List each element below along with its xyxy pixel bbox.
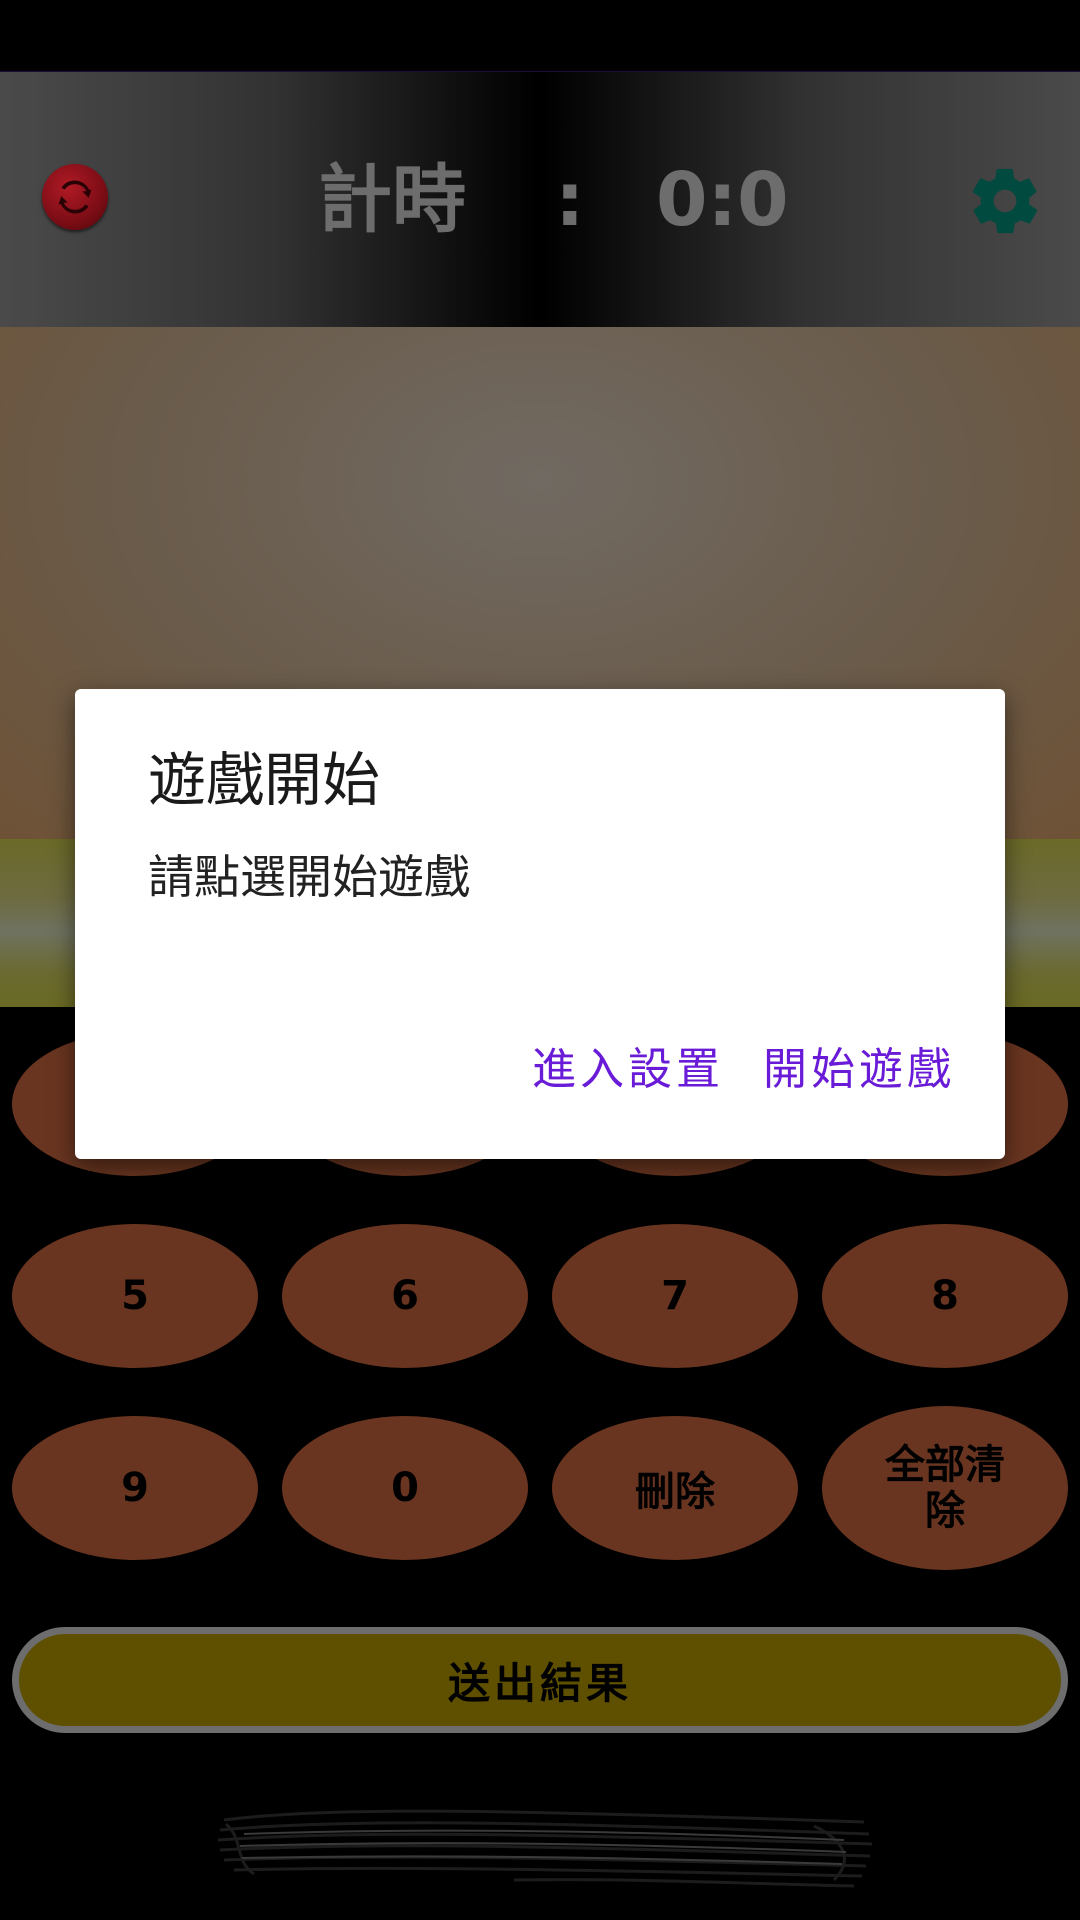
clear-all-button[interactable]: 全部清除 [822, 1406, 1068, 1570]
timer-value: 0:0 [656, 157, 789, 243]
keypad-key-label: 8 [931, 1273, 959, 1319]
status-bar [0, 0, 1080, 72]
keypad-key-8[interactable]: 8 [822, 1224, 1068, 1368]
settings-button[interactable] [966, 162, 1044, 240]
clear-all-label: 全部清除 [885, 1442, 1005, 1534]
delete-label: 刪除 [635, 1469, 715, 1515]
game-start-dialog: 遊戲開始 請點選開始遊戲 進入設置 開始遊戲 [75, 689, 1005, 1159]
keypad-key-label: 9 [121, 1465, 149, 1511]
keypad-key-label: 6 [391, 1273, 419, 1319]
keypad-key-6[interactable]: 6 [282, 1224, 528, 1368]
submit-result-label: 送出結果 [447, 1658, 632, 1708]
keypad-key-0[interactable]: 0 [282, 1416, 528, 1560]
keypad-key-label: 5 [121, 1273, 149, 1319]
scribble-redaction [217, 1809, 873, 1888]
keypad-key-7[interactable]: 7 [552, 1224, 798, 1368]
dialog-message: 請點選開始遊戲 [148, 850, 470, 904]
app-root: 計時 : 0:0 5 6 7 8 9 0 刪除 全部清除 送出結果 遊戲開始 請… [0, 0, 1080, 1920]
keypad-key-5[interactable]: 5 [12, 1224, 258, 1368]
gear-icon [972, 168, 1038, 234]
keypad-key-label: 7 [661, 1273, 689, 1319]
dialog-title: 遊戲開始 [148, 746, 381, 814]
keypad-key-9[interactable]: 9 [12, 1416, 258, 1560]
timer-separator: : [555, 157, 585, 243]
timer-bar: 計時 : 0:0 [0, 72, 1080, 327]
keypad-key-label: 0 [391, 1465, 419, 1511]
submit-result-button[interactable]: 送出結果 [12, 1627, 1068, 1733]
delete-button[interactable]: 刪除 [552, 1416, 798, 1560]
start-game-button[interactable]: 開始遊戲 [763, 1042, 955, 1098]
timer-label: 計時 [318, 157, 466, 243]
timer-display: 計時 : 0:0 [0, 160, 1080, 240]
enter-settings-button[interactable]: 進入設置 [532, 1042, 724, 1098]
